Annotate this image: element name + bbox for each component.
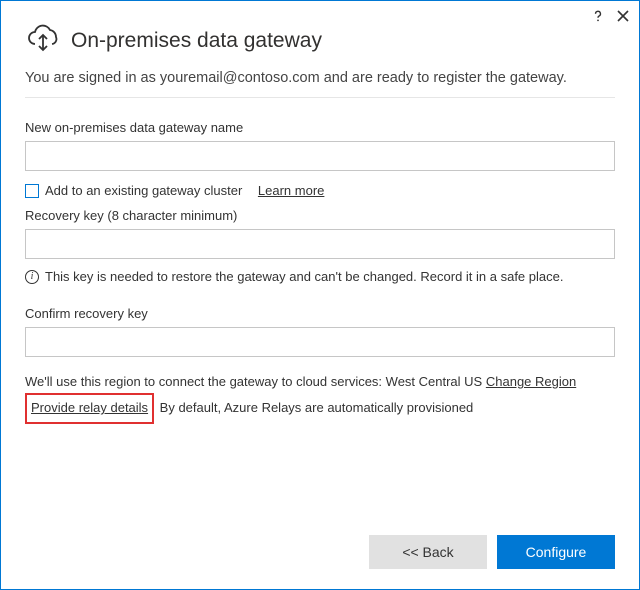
divider <box>25 97 615 98</box>
region-prefix: We'll use this region to connect the gat… <box>25 374 386 389</box>
provide-relay-link[interactable]: Provide relay details <box>31 400 148 415</box>
confirm-recovery-input[interactable] <box>25 327 615 357</box>
page-title: On-premises data gateway <box>71 29 322 53</box>
back-button[interactable]: << Back <box>369 535 487 569</box>
confirm-recovery-label: Confirm recovery key <box>25 306 615 321</box>
signed-in-text: You are signed in as youremail@contoso.c… <box>25 68 615 89</box>
cluster-row: Add to an existing gateway cluster Learn… <box>25 183 615 198</box>
cloud-gateway-icon <box>25 23 61 58</box>
recovery-key-info-text: This key is needed to restore the gatewa… <box>45 269 563 284</box>
footer-buttons: << Back Configure <box>1 517 639 589</box>
gateway-name-label: New on-premises data gateway name <box>25 120 615 135</box>
titlebar-controls <box>591 9 629 23</box>
recovery-key-input[interactable] <box>25 229 615 259</box>
cluster-checkbox-label: Add to an existing gateway cluster <box>45 183 242 198</box>
cluster-checkbox[interactable] <box>25 184 39 198</box>
relay-suffix-text: By default, Azure Relays are automatical… <box>156 400 473 415</box>
change-region-link[interactable]: Change Region <box>486 374 576 389</box>
help-icon[interactable] <box>591 9 605 23</box>
region-relay-note: We'll use this region to connect the gat… <box>25 371 615 424</box>
provide-relay-highlight: Provide relay details <box>25 393 154 424</box>
learn-more-link[interactable]: Learn more <box>258 183 324 198</box>
close-icon[interactable] <box>617 10 629 22</box>
configure-button[interactable]: Configure <box>497 535 615 569</box>
gateway-name-input[interactable] <box>25 141 615 171</box>
recovery-key-label: Recovery key (8 character minimum) <box>25 208 615 223</box>
recovery-key-info-row: i This key is needed to restore the gate… <box>25 269 615 284</box>
content-area: On-premises data gateway You are signed … <box>1 1 639 517</box>
info-icon: i <box>25 270 39 284</box>
region-name: West Central US <box>386 374 483 389</box>
gateway-window: On-premises data gateway You are signed … <box>0 0 640 590</box>
header: On-premises data gateway <box>25 23 615 58</box>
